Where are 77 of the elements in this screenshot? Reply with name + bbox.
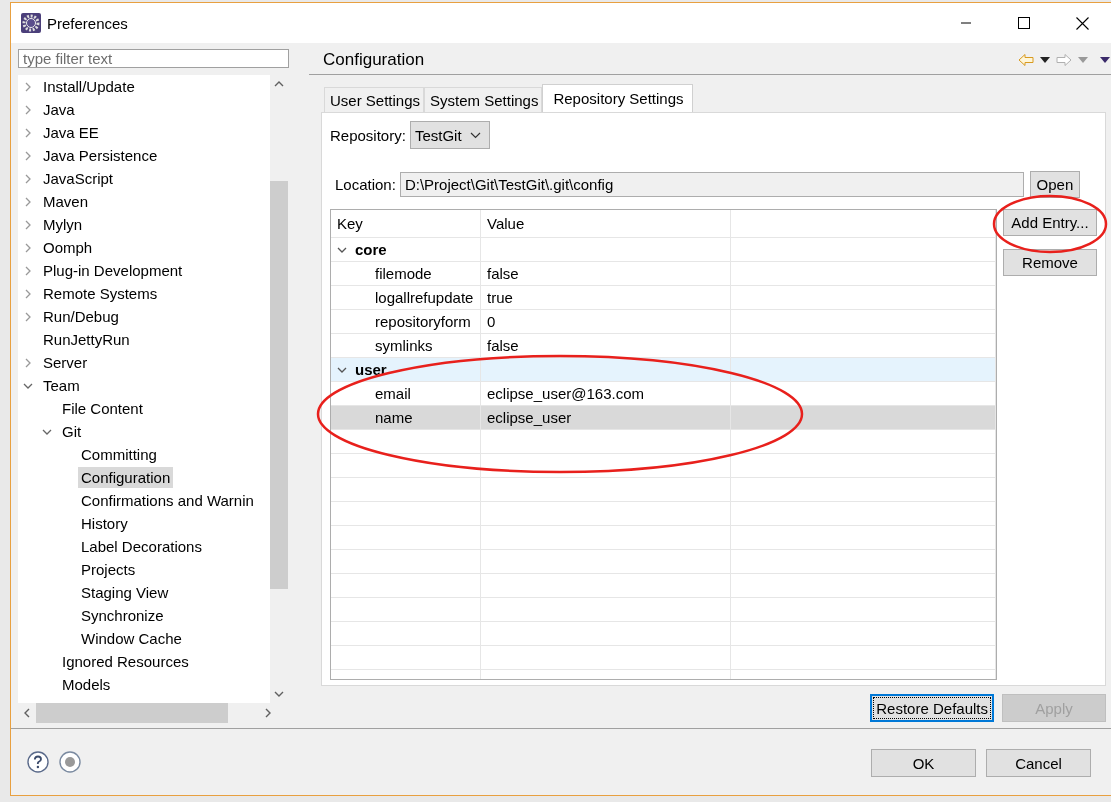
table-cell: symlinks bbox=[331, 334, 481, 357]
table-action-button[interactable]: Remove bbox=[1003, 249, 1097, 276]
tree-item[interactable]: JavaScript bbox=[40, 168, 117, 189]
table-cell: eclipse_user bbox=[481, 406, 731, 429]
table-row[interactable]: core bbox=[331, 238, 996, 262]
chevron-down-icon[interactable] bbox=[469, 131, 481, 139]
column-header[interactable]: Value bbox=[481, 210, 731, 237]
scroll-down-icon[interactable] bbox=[274, 690, 284, 698]
help-icon[interactable] bbox=[27, 751, 49, 773]
tree-item[interactable]: Java bbox=[40, 99, 78, 120]
table-row[interactable]: repositoryform 0 bbox=[331, 310, 996, 334]
tree-item[interactable]: Configuration bbox=[78, 467, 174, 488]
tree-item[interactable]: Window Cache bbox=[78, 628, 185, 649]
table-cell: repositoryform bbox=[331, 310, 481, 333]
table-cell: filemode bbox=[331, 262, 481, 285]
scroll-right-icon[interactable] bbox=[264, 708, 272, 718]
open-button[interactable]: Open bbox=[1029, 171, 1080, 198]
repository-dropdown[interactable]: TestGit bbox=[409, 121, 490, 149]
tree-item[interactable]: Projects bbox=[78, 559, 139, 580]
table-cell: email bbox=[331, 382, 481, 405]
table-cell: logallrefupdate bbox=[331, 286, 481, 309]
forward-arrow-icon[interactable] bbox=[1056, 52, 1072, 67]
tree-item[interactable]: Java Persistence bbox=[40, 145, 161, 166]
tree-item[interactable]: Models bbox=[59, 674, 114, 695]
table-cell: false bbox=[481, 334, 731, 357]
table-cell: user bbox=[331, 358, 481, 381]
tree-item[interactable]: Server bbox=[40, 352, 91, 373]
tree-item[interactable]: Committing bbox=[78, 444, 160, 465]
scroll-left-icon[interactable] bbox=[23, 708, 31, 718]
tree-item[interactable]: Run/Debug bbox=[40, 306, 122, 327]
table-cell: eclipse_user@163.com bbox=[481, 382, 731, 405]
gear-icon bbox=[21, 13, 41, 33]
tree-item[interactable]: RunJettyRun bbox=[40, 329, 133, 350]
table-cell: core bbox=[331, 238, 481, 261]
tree-item[interactable]: Mylyn bbox=[40, 214, 86, 235]
restore-defaults-button[interactable]: Restore Defaults bbox=[870, 694, 994, 722]
table-row[interactable]: user bbox=[331, 358, 996, 382]
tree-item[interactable]: Plug-in Development bbox=[40, 260, 186, 281]
ok-button[interactable]: OK bbox=[871, 749, 976, 777]
tree-item[interactable]: Synchronize bbox=[78, 605, 167, 626]
tab[interactable]: Repository Settings bbox=[542, 84, 693, 112]
repository-label: Repository: bbox=[330, 126, 406, 144]
tree-item[interactable]: Git bbox=[59, 421, 85, 442]
cancel-button[interactable]: Cancel bbox=[986, 749, 1091, 777]
column-header[interactable]: Key bbox=[331, 210, 481, 237]
table-cell: false bbox=[481, 262, 731, 285]
tree-item[interactable]: File Content bbox=[59, 398, 146, 419]
tree-item[interactable]: Oomph bbox=[40, 237, 96, 258]
tree-item[interactable]: Staging View bbox=[78, 582, 172, 603]
tree-item[interactable]: Ignored Resources bbox=[59, 651, 192, 672]
page-title: Configuration bbox=[323, 49, 425, 70]
tree-item[interactable]: Label Decorations bbox=[78, 536, 205, 557]
record-icon[interactable] bbox=[59, 751, 81, 773]
table-cell: true bbox=[481, 286, 731, 309]
table-cell: 0 bbox=[481, 310, 731, 333]
tree-item[interactable]: Team bbox=[40, 375, 83, 396]
tree-item[interactable]: Install/Update bbox=[40, 76, 138, 97]
tree-item[interactable]: Remote Systems bbox=[40, 283, 161, 304]
filter-field[interactable]: type filter text bbox=[18, 49, 289, 68]
table-action-button[interactable]: Add Entry... bbox=[1003, 209, 1097, 236]
back-arrow-icon[interactable] bbox=[1018, 52, 1034, 67]
table-cell: name bbox=[331, 406, 481, 429]
location-field[interactable]: D:\Project\Git\TestGit\.git\config bbox=[399, 172, 1024, 197]
dropdown-icon[interactable] bbox=[1040, 56, 1050, 63]
table-row[interactable]: filemode false bbox=[331, 262, 996, 286]
table-row[interactable]: name eclipse_user bbox=[331, 406, 996, 430]
table-row[interactable]: logallrefupdate true bbox=[331, 286, 996, 310]
tree-item[interactable]: Confirmations and Warnin bbox=[78, 490, 257, 511]
tree-item[interactable]: History bbox=[78, 513, 131, 534]
window-title: Preferences bbox=[47, 14, 128, 32]
location-label: Location: bbox=[335, 176, 396, 193]
menu-icon[interactable] bbox=[1100, 56, 1110, 63]
tab[interactable]: User Settings bbox=[324, 87, 425, 112]
tab[interactable]: System Settings bbox=[424, 87, 543, 112]
scroll-up-icon[interactable] bbox=[274, 80, 284, 88]
tree-item[interactable]: Java EE bbox=[40, 122, 102, 143]
tree-item[interactable]: Maven bbox=[40, 191, 92, 212]
